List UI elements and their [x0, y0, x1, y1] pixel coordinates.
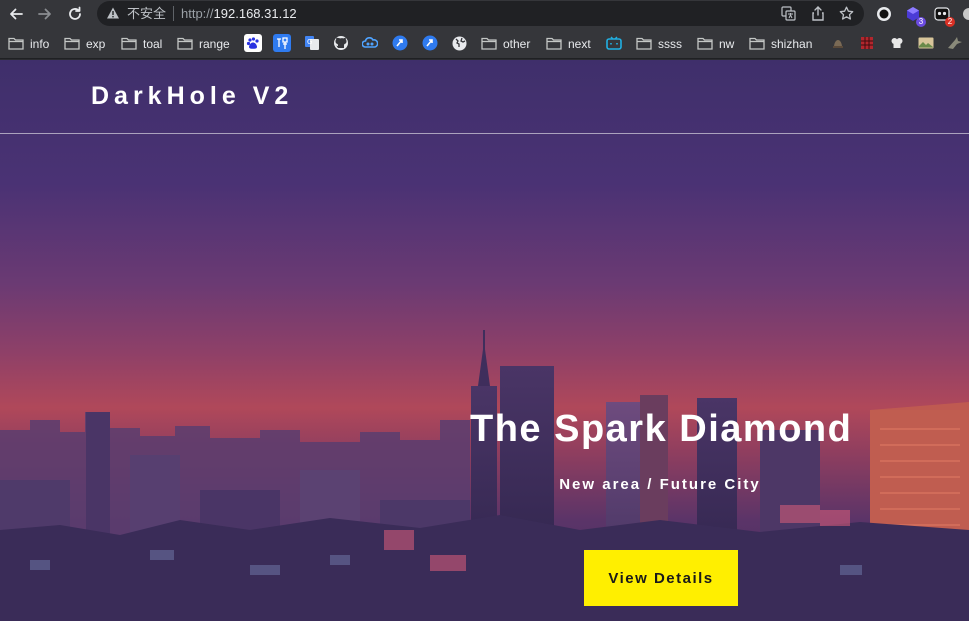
bookmark-folder-other[interactable]: other — [481, 34, 530, 53]
folder-icon — [8, 37, 24, 50]
hero-title: The Spark Diamond — [470, 408, 853, 450]
folder-icon — [481, 37, 497, 50]
folder-icon — [121, 37, 137, 50]
bilibili-icon[interactable] — [605, 34, 623, 52]
bookmark-folder-info[interactable]: info — [8, 34, 49, 53]
github-icon[interactable] — [332, 34, 350, 52]
folder-icon — [697, 37, 713, 50]
bookmark-folder-next[interactable]: next — [546, 34, 591, 53]
hat-favicon-icon[interactable] — [829, 34, 847, 52]
url-text[interactable]: http://192.168.31.12 — [181, 6, 297, 21]
city-skyline-background — [0, 330, 969, 621]
bookmark-folder-range[interactable]: range — [177, 34, 230, 53]
bird-favicon-icon[interactable] — [946, 34, 964, 52]
omnibox-divider — [173, 6, 174, 21]
cloud-icon[interactable] — [361, 34, 379, 52]
bookmark-label: shizhan — [771, 36, 813, 51]
url-host: 192.168.31.12 — [213, 6, 297, 21]
site-header: DarkHole V2 — [0, 60, 969, 134]
back-arrow-icon — [10, 8, 23, 20]
back-button[interactable] — [5, 3, 27, 25]
blue-arrow-icon[interactable] — [391, 34, 409, 52]
circle-extension-icon — [877, 7, 891, 21]
svg-text:G: G — [307, 38, 312, 46]
translate-icon — [781, 6, 796, 21]
overflow-extension-button[interactable] — [960, 4, 969, 24]
forward-arrow-icon — [38, 8, 51, 20]
grid-favicon-icon[interactable] — [858, 34, 876, 52]
hero-subtitle: New area / Future City — [559, 476, 761, 493]
translate-page-button[interactable] — [780, 5, 797, 22]
share-icon — [811, 6, 824, 21]
bookmark-label: nw — [719, 36, 735, 51]
bookmark-label: next — [568, 36, 591, 51]
folder-icon — [64, 37, 80, 50]
globe-icon[interactable] — [450, 34, 468, 52]
reload-button[interactable] — [64, 3, 86, 25]
folder-icon — [177, 37, 193, 50]
baidu-icon[interactable] — [244, 34, 262, 52]
share-button[interactable] — [809, 5, 826, 22]
star-icon — [839, 6, 854, 20]
bookmark-folder-ssss[interactable]: ssss — [636, 34, 682, 53]
partial-extension-icon — [963, 8, 969, 20]
bookmark-folder-exp[interactable]: exp — [64, 34, 105, 53]
circle-extension-button[interactable] — [874, 4, 894, 24]
chef-favicon-icon[interactable] — [888, 34, 906, 52]
extension-badge: 2 — [945, 17, 955, 27]
bookmark-star-button[interactable] — [838, 5, 855, 22]
bookmark-label: other — [503, 36, 531, 51]
reload-icon — [69, 6, 81, 20]
bookmark-label: exp — [86, 36, 106, 51]
google-translate-icon[interactable]: G — [303, 34, 321, 52]
bookmark-label: range — [199, 36, 230, 51]
photo-favicon-icon[interactable] — [917, 34, 935, 52]
bookmark-label: info — [30, 36, 50, 51]
site-logo[interactable]: DarkHole V2 — [91, 82, 293, 111]
forward-button[interactable] — [34, 3, 56, 25]
warning-triangle-icon[interactable] — [106, 6, 120, 20]
bookmarks-bar: info exp toal range G other next ssss nw… — [0, 28, 969, 59]
bookmark-label: toal — [143, 36, 163, 51]
cube-extension-button[interactable]: 3 — [903, 4, 926, 27]
mask-extension-button[interactable]: 2 — [932, 4, 955, 27]
extension-badge: 3 — [916, 17, 926, 27]
browser-toolbar: 不安全 http://192.168.31.12 3 2 — [0, 0, 969, 28]
blue-arrow-icon-2[interactable] — [421, 34, 439, 52]
bookmark-folder-shizhan[interactable]: shizhan — [749, 34, 812, 53]
translate-xiang-icon[interactable] — [273, 34, 291, 52]
view-details-button[interactable]: View Details — [584, 550, 738, 606]
address-bar[interactable]: 不安全 http://192.168.31.12 — [97, 1, 864, 26]
bookmark-folder-toal[interactable]: toal — [121, 34, 162, 53]
url-scheme: http:// — [181, 6, 214, 21]
bookmark-label: ssss — [658, 36, 682, 51]
folder-icon — [636, 37, 652, 50]
folder-icon — [546, 37, 562, 50]
page-content: DarkHole V2 The Spark Diamond New area /… — [0, 60, 969, 621]
folder-icon — [749, 37, 765, 50]
security-label[interactable]: 不安全 — [127, 6, 166, 21]
bookmark-folder-nw[interactable]: nw — [697, 34, 734, 53]
